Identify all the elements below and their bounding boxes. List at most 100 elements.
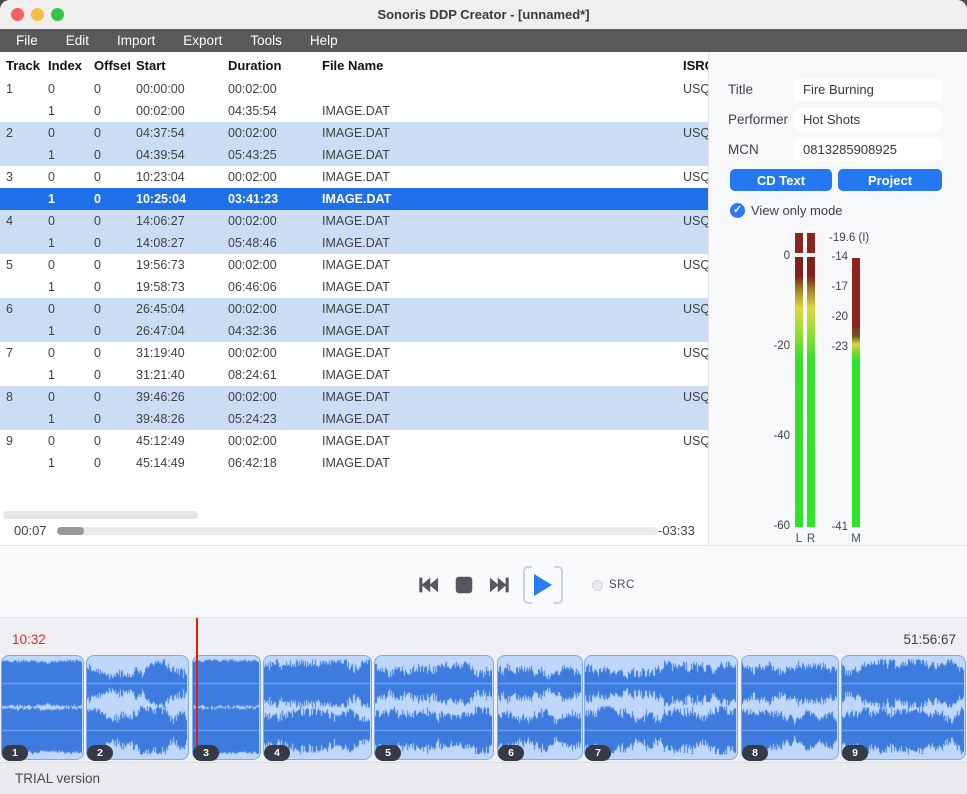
loudness-readout: -19.6 (I): [829, 232, 869, 244]
track-marker[interactable]: 1: [2, 745, 28, 761]
table-row[interactable]: 1026:47:0404:32:36IMAGE.DAT: [0, 320, 708, 342]
zoom-window-icon[interactable]: [51, 8, 64, 21]
track-marker[interactable]: 4: [264, 745, 290, 761]
cell-isrc: USQ: [677, 214, 708, 228]
menu-item-file[interactable]: File: [2, 29, 52, 52]
table-row[interactable]: 10000:00:0000:02:00USQ: [0, 78, 708, 100]
table-row[interactable]: 1000:02:0004:35:54IMAGE.DAT: [0, 100, 708, 122]
waveform-image: [585, 656, 736, 758]
cell-start: 31:21:40: [130, 368, 222, 382]
cell-duration: 00:02:00: [222, 82, 316, 96]
cell-track: 5: [0, 258, 42, 272]
table-row[interactable]: 70031:19:4000:02:00IMAGE.DATUSQ: [0, 342, 708, 364]
table-row[interactable]: 1010:25:0403:41:23IMAGE.DAT: [0, 188, 708, 210]
table-row[interactable]: 90045:12:4900:02:00IMAGE.DATUSQ: [0, 430, 708, 452]
cell-duration: 03:41:23: [222, 192, 316, 206]
track-marker[interactable]: 7: [585, 745, 611, 761]
track-marker[interactable]: 2: [87, 745, 113, 761]
next-track-button[interactable]: [489, 574, 511, 596]
loudness-meter: [852, 258, 860, 527]
project-button[interactable]: Project: [838, 169, 942, 191]
cell-offset: 0: [88, 280, 130, 294]
table-row[interactable]: 20004:37:5400:02:00IMAGE.DATUSQ: [0, 122, 708, 144]
table-row[interactable]: 50019:56:7300:02:00IMAGE.DATUSQ: [0, 254, 708, 276]
cell-offset: 0: [88, 82, 130, 96]
menu-item-tools[interactable]: Tools: [236, 29, 296, 52]
view-only-mode-toggle[interactable]: ✓ View only mode: [730, 203, 843, 218]
cell-duration: 00:02:00: [222, 214, 316, 228]
cell-start: 26:47:04: [130, 324, 222, 338]
cell-isrc: USQ: [677, 170, 708, 184]
column-header-duration[interactable]: Duration: [222, 58, 316, 73]
cell-file: IMAGE.DAT: [316, 126, 677, 140]
menu-item-edit[interactable]: Edit: [52, 29, 103, 52]
play-button[interactable]: [523, 566, 563, 604]
cell-index: 0: [42, 214, 88, 228]
close-window-icon[interactable]: [11, 8, 24, 21]
mcn-field[interactable]: [794, 138, 942, 161]
column-header-file-name[interactable]: File Name: [316, 58, 677, 73]
cell-index: 1: [42, 324, 88, 338]
horizontal-scrollbar[interactable]: [3, 511, 198, 519]
menu-item-import[interactable]: Import: [103, 29, 169, 52]
waveform-timeline[interactable]: 10:32 51:56:67 123456789: [0, 618, 967, 762]
table-row[interactable]: 1019:58:7306:46:06IMAGE.DAT: [0, 276, 708, 298]
waveform-segment[interactable]: [584, 655, 738, 760]
src-label: SRC: [609, 579, 635, 591]
track-marker[interactable]: 8: [742, 745, 768, 761]
column-header-isrc[interactable]: ISRC: [677, 58, 708, 73]
seek-slider-thumb[interactable]: [57, 527, 84, 535]
minimize-window-icon[interactable]: [31, 8, 44, 21]
table-header: TrackIndexOffsetStartDurationFile NameIS…: [0, 52, 708, 78]
column-header-start[interactable]: Start: [130, 58, 222, 73]
column-header-track[interactable]: Track: [0, 58, 42, 73]
column-header-index[interactable]: Index: [42, 58, 88, 73]
cell-index: 1: [42, 236, 88, 250]
stop-button[interactable]: [453, 574, 475, 596]
cell-track: 8: [0, 390, 42, 404]
src-indicator: SRC: [592, 579, 635, 591]
cell-start: 45:14:49: [130, 456, 222, 470]
table-row[interactable]: 1045:14:4906:42:18IMAGE.DAT: [0, 452, 708, 474]
menu-item-help[interactable]: Help: [296, 29, 352, 52]
title-field[interactable]: [794, 78, 942, 101]
cell-file: IMAGE.DAT: [316, 302, 677, 316]
menu-item-export[interactable]: Export: [169, 29, 236, 52]
cell-isrc: USQ: [677, 390, 708, 404]
cd-text-button[interactable]: CD Text: [730, 169, 832, 191]
table-row[interactable]: 1014:08:2705:48:46IMAGE.DAT: [0, 232, 708, 254]
transport-bar: SRC: [0, 545, 967, 618]
main-area: TrackIndexOffsetStartDurationFile NameIS…: [0, 52, 967, 545]
cell-file: IMAGE.DAT: [316, 258, 677, 272]
cell-file: IMAGE.DAT: [316, 192, 677, 206]
cell-duration: 00:02:00: [222, 258, 316, 272]
table-row[interactable]: 80039:46:2600:02:00IMAGE.DATUSQ: [0, 386, 708, 408]
cell-file: IMAGE.DAT: [316, 280, 677, 294]
track-marker[interactable]: 5: [375, 745, 401, 761]
cell-start: 10:23:04: [130, 170, 222, 184]
previous-track-button[interactable]: [417, 574, 439, 596]
table-row[interactable]: 60026:45:0400:02:00IMAGE.DATUSQ: [0, 298, 708, 320]
cell-file: IMAGE.DAT: [316, 456, 677, 470]
disc-info-panel: Title Performer MCN CD Text Project ✓ Vi…: [709, 52, 967, 545]
performer-field[interactable]: [794, 108, 942, 131]
column-header-offset[interactable]: Offset: [88, 58, 130, 73]
m-meter-tick: -23: [818, 341, 848, 353]
table-row[interactable]: 1031:21:4008:24:61IMAGE.DAT: [0, 364, 708, 386]
cell-offset: 0: [88, 302, 130, 316]
cell-offset: 0: [88, 368, 130, 382]
playhead-cursor[interactable]: [196, 618, 198, 760]
seek-slider[interactable]: [57, 527, 658, 535]
table-row[interactable]: 40014:06:2700:02:00IMAGE.DATUSQ: [0, 210, 708, 232]
table-row[interactable]: 1039:48:2605:24:23IMAGE.DAT: [0, 408, 708, 430]
track-marker[interactable]: 6: [498, 745, 524, 761]
table-row[interactable]: 30010:23:0400:02:00IMAGE.DATUSQ: [0, 166, 708, 188]
track-marker[interactable]: 9: [842, 745, 868, 761]
cell-offset: 0: [88, 324, 130, 338]
track-marker[interactable]: 3: [193, 745, 219, 761]
cell-index: 1: [42, 368, 88, 382]
cell-index: 1: [42, 104, 88, 118]
m-meter-tick: -20: [818, 311, 848, 323]
cell-start: 39:46:26: [130, 390, 222, 404]
table-row[interactable]: 1004:39:5405:43:25IMAGE.DAT: [0, 144, 708, 166]
